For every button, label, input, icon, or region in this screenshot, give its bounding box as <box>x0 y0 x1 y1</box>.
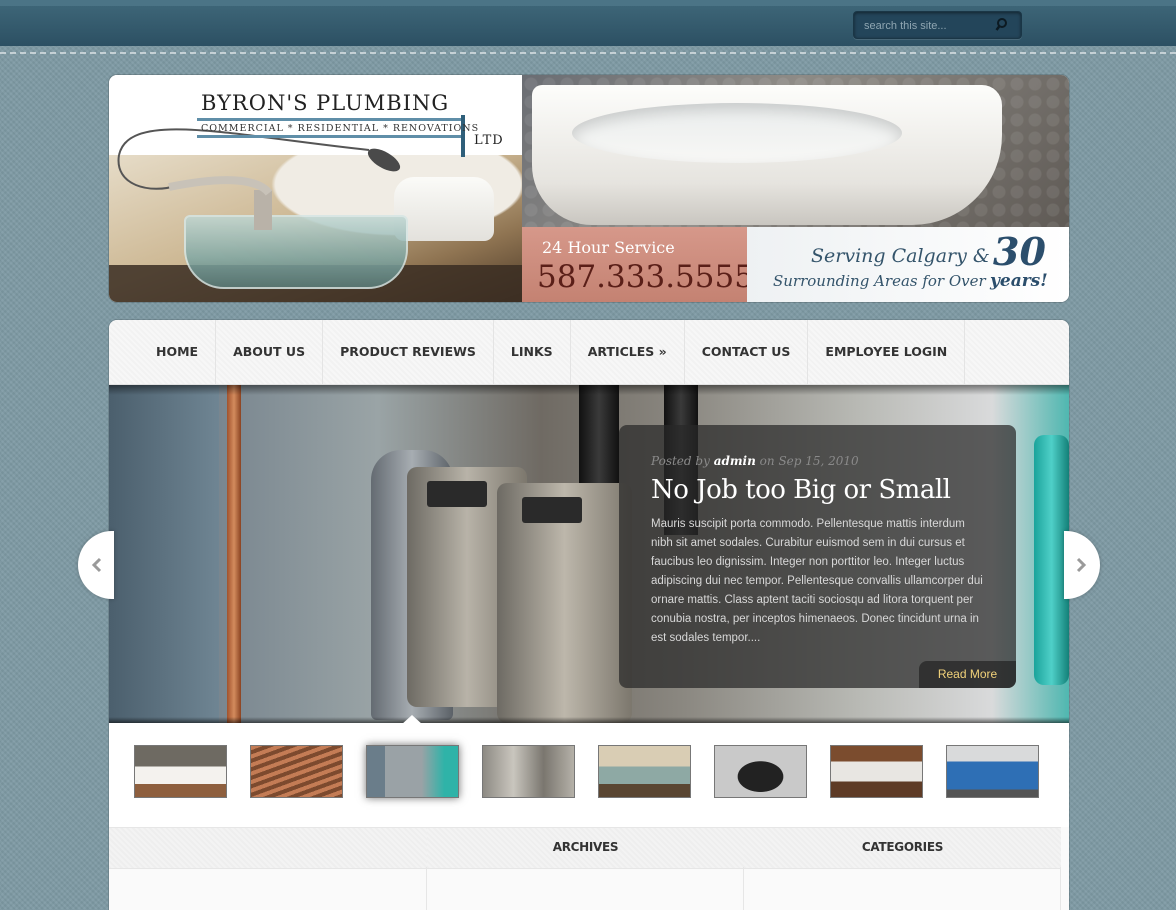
thumbnail-bathroom[interactable] <box>830 745 923 798</box>
main-nav: HOME ABOUT US PRODUCT REVIEWS LINKS ARTI… <box>109 320 1069 385</box>
bathtub-photo <box>522 75 1069 227</box>
thumbnail-stone-tub[interactable] <box>714 745 807 798</box>
slide-black-pipe <box>579 385 619 495</box>
search-box <box>853 11 1022 39</box>
footer-widgets: ARCHIVES CATEGORIES <box>109 827 1069 910</box>
serving-line2: Surrounding Areas for Over <box>773 272 986 290</box>
thumbnail-strip <box>134 745 1054 800</box>
slide-shadow-bottom <box>109 717 1069 723</box>
years-number: 30 <box>993 229 1046 274</box>
slide-copper-pipe <box>227 385 241 723</box>
main-content: HOME ABOUT US PRODUCT REVIEWS LINKS ARTI… <box>109 320 1069 910</box>
serving-line1: Serving Calgary & <box>811 245 990 267</box>
slide-excerpt: Mauris suscipit porta commodo. Pellentes… <box>651 518 983 644</box>
service-phone: 587.333.5555 <box>537 259 754 295</box>
widget-categories <box>744 867 1061 910</box>
nav-about-us[interactable]: ABOUT US <box>216 320 324 384</box>
slide-title[interactable]: No Job too Big or Small <box>651 475 951 505</box>
header-logo-area: BYRON'S PLUMBING COMMERCIAL * RESIDENTIA… <box>109 75 522 302</box>
chevron-left-icon <box>91 557 102 573</box>
years-word: years! <box>990 271 1048 291</box>
slider-prev-button[interactable] <box>78 531 114 599</box>
slide-caption: Posted by admin on Sep 15, 2010 No Job t… <box>619 425 1016 688</box>
thumbnail-blue-machine[interactable] <box>946 745 1039 798</box>
widget-categories-head: CATEGORIES <box>744 827 1061 869</box>
logo-subtitle: COMMERCIAL * RESIDENTIAL * RENOVATIONS <box>201 123 480 134</box>
widget-column-1-head <box>109 827 427 869</box>
logo-suffix: LTD <box>474 133 504 148</box>
slide-author[interactable]: admin <box>714 454 756 468</box>
widget-archives-title: ARCHIVES <box>552 840 619 854</box>
logo-rule-bottom <box>197 135 462 138</box>
nav-articles[interactable]: ARTICLES » <box>571 320 685 384</box>
thumbnail-glass-sink[interactable] <box>598 745 691 798</box>
thumbnail-floor-heating[interactable] <box>250 745 343 798</box>
featured-slider: Posted by admin on Sep 15, 2010 No Job t… <box>109 385 1069 723</box>
logo-rule-top <box>197 118 462 121</box>
slide-boiler-2 <box>497 483 632 723</box>
logo-bar <box>461 115 465 157</box>
read-more-button[interactable]: Read More <box>919 661 1016 688</box>
bathtub-basin <box>572 103 902 163</box>
chevron-right-icon <box>1076 557 1087 573</box>
site-header: BYRON'S PLUMBING COMMERCIAL * RESIDENTIA… <box>109 75 1069 302</box>
slide-posted-by: Posted by <box>651 454 710 468</box>
nav-product-reviews[interactable]: PRODUCT REVIEWS <box>323 320 494 384</box>
slider-next-button[interactable] <box>1064 531 1100 599</box>
logo-title[interactable]: BYRON'S PLUMBING <box>201 91 449 115</box>
top-bar-divider <box>0 52 1176 54</box>
slide-date: on Sep 15, 2010 <box>759 454 859 468</box>
service-label: 24 Hour Service <box>542 238 675 257</box>
header-promo-area: 24 Hour Service 587.333.5555 Serving Cal… <box>522 75 1069 302</box>
nav-links[interactable]: LINKS <box>494 320 571 384</box>
serving-box: Serving Calgary & Surrounding Areas for … <box>747 227 1069 302</box>
boiler-panel <box>427 481 487 507</box>
nav-home[interactable]: HOME <box>139 320 217 384</box>
slide-meta: Posted by admin on Sep 15, 2010 <box>651 454 859 468</box>
nav-employee-login[interactable]: EMPLOYEE LOGIN <box>808 320 966 384</box>
widget-categories-title: CATEGORIES <box>861 840 944 854</box>
boiler-panel <box>522 497 582 523</box>
slide-wall <box>109 385 219 723</box>
widget-column-1 <box>109 867 427 910</box>
thumbnail-boiler-room[interactable] <box>482 745 575 798</box>
nav-contact-us[interactable]: CONTACT US <box>685 320 809 384</box>
bathtub-image <box>532 85 1002 225</box>
search-input[interactable] <box>862 16 986 36</box>
widget-archives-head: ARCHIVES <box>427 827 744 869</box>
thumbnail-bathtub[interactable] <box>134 745 227 798</box>
widget-archives <box>427 867 744 910</box>
service-box: 24 Hour Service 587.333.5555 <box>522 227 754 302</box>
search-icon[interactable] <box>995 17 1011 33</box>
thumbnail-boilers[interactable] <box>366 745 459 798</box>
slide-shadow-top <box>109 385 1069 395</box>
active-thumb-pointer <box>401 715 423 725</box>
